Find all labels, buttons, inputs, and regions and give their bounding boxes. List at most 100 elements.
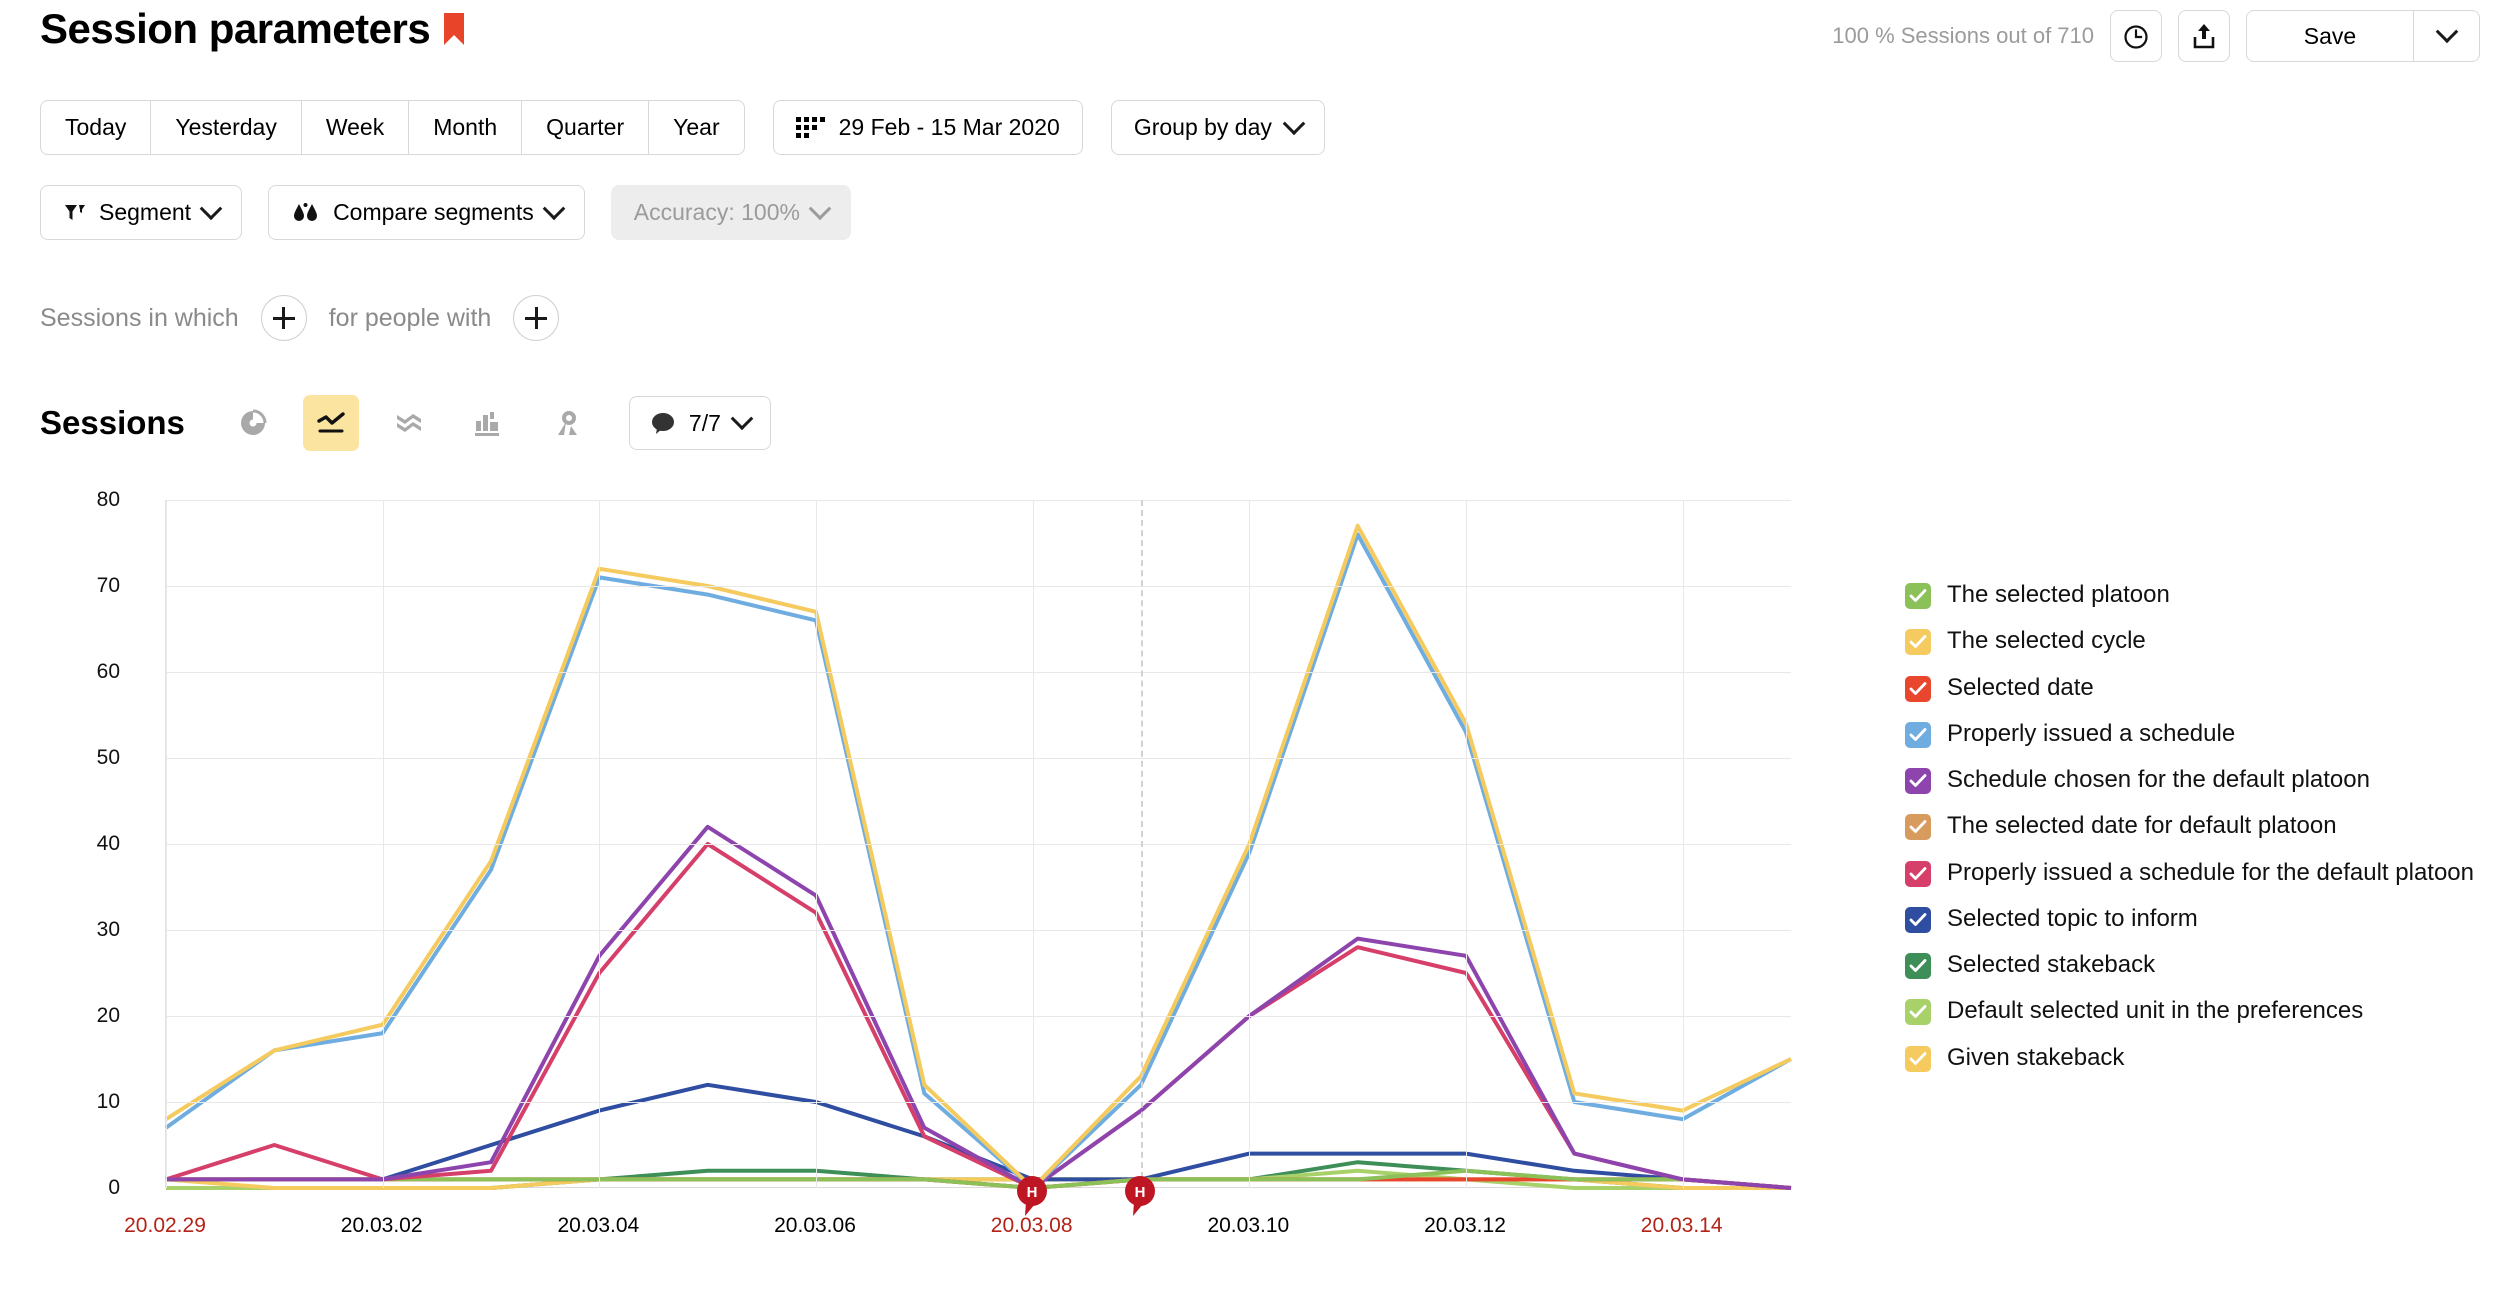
legend-item[interactable]: Schedule chosen for the default platoon bbox=[1905, 765, 2480, 795]
check-icon bbox=[1909, 774, 1927, 787]
accuracy-dropdown[interactable]: Accuracy: 100% bbox=[610, 185, 851, 240]
legend-item[interactable]: Selected topic to inform bbox=[1905, 904, 2480, 933]
period-week[interactable]: Week bbox=[300, 101, 408, 154]
grid-line bbox=[166, 500, 1791, 501]
date-range-value: 29 Feb - 15 Mar 2020 bbox=[838, 114, 1060, 140]
chevron-down-icon bbox=[2435, 20, 2458, 44]
compare-segments-dropdown[interactable]: Compare segments bbox=[268, 185, 585, 240]
legend-label: Selected date bbox=[1947, 673, 2094, 701]
check-icon bbox=[1909, 820, 1927, 834]
header-actions: 100 % Sessions out of 710 Save bbox=[1832, 10, 2480, 62]
pie-chart-icon bbox=[240, 409, 267, 435]
export-upload-icon bbox=[2193, 24, 2215, 49]
funnel-icon bbox=[65, 204, 85, 220]
line-chart-icon bbox=[317, 412, 345, 433]
annotations-dropdown[interactable]: 7/7 bbox=[628, 396, 771, 450]
map-pin-button[interactable] bbox=[537, 395, 593, 451]
bookmark-flag-icon[interactable] bbox=[444, 13, 465, 45]
period-quarter[interactable]: Quarter bbox=[521, 101, 648, 154]
legend-checkbox[interactable] bbox=[1905, 768, 1931, 795]
chevron-down-icon bbox=[808, 196, 832, 220]
svg-text:H: H bbox=[1026, 1184, 1037, 1201]
holiday-marker[interactable]: H bbox=[1015, 1176, 1049, 1218]
add-session-filter-button[interactable] bbox=[260, 295, 307, 341]
legend-label: The selected platoon bbox=[1947, 581, 2170, 608]
legend-checkbox[interactable] bbox=[1905, 629, 1931, 656]
map-pin-icon bbox=[557, 411, 577, 435]
legend-item[interactable]: Selected stakeback bbox=[1905, 950, 2480, 980]
legend-item[interactable]: Selected date bbox=[1905, 673, 2480, 702]
legend-checkbox[interactable] bbox=[1905, 814, 1931, 841]
save-dropdown-button[interactable] bbox=[2413, 11, 2479, 61]
legend-item[interactable]: Given stakeback bbox=[1905, 1043, 2480, 1072]
grid-line-vertical bbox=[382, 500, 384, 1188]
period-today[interactable]: Today bbox=[41, 101, 150, 154]
x-axis-tick-label: 20.02.29 bbox=[124, 1214, 206, 1237]
y-axis-tick-label: 50 bbox=[96, 746, 120, 769]
holiday-marker[interactable]: H bbox=[1123, 1176, 1157, 1218]
x-axis-tick-label: 20.03.10 bbox=[1207, 1214, 1290, 1237]
legend-checkbox[interactable] bbox=[1905, 906, 1931, 933]
export-icon-button[interactable] bbox=[2178, 10, 2230, 62]
legend-checkbox[interactable] bbox=[1905, 953, 1931, 980]
grid-line-vertical bbox=[1682, 500, 1684, 1188]
segment-dropdown[interactable]: Segment bbox=[40, 185, 243, 240]
svg-text:H: H bbox=[1135, 1184, 1146, 1201]
legend-item[interactable]: Properly issued a schedule for the defau… bbox=[1905, 858, 2480, 887]
bar-chart-button[interactable] bbox=[459, 395, 515, 451]
period-month[interactable]: Month bbox=[408, 101, 521, 154]
area-chart-button[interactable] bbox=[381, 395, 437, 451]
legend-label: Selected topic to inform bbox=[1947, 904, 2198, 932]
legend-item[interactable]: The selected cycle bbox=[1905, 626, 2480, 656]
grid-line-vertical bbox=[1249, 500, 1251, 1188]
chart-legend: The selected platoon The selected cycle Se… bbox=[1905, 580, 2480, 1089]
page-header: Session parameters bbox=[40, 5, 465, 52]
legend-checkbox[interactable] bbox=[1905, 675, 1931, 702]
clock-icon-button[interactable] bbox=[2110, 10, 2162, 62]
period-segmented-control: Today Yesterday Week Month Quarter Year bbox=[40, 100, 745, 155]
legend-checkbox[interactable] bbox=[1905, 999, 1931, 1026]
x-axis-tick-label: 20.03.12 bbox=[1424, 1214, 1506, 1237]
legend-checkbox[interactable] bbox=[1905, 860, 1931, 887]
page-title: Session parameters bbox=[40, 5, 431, 52]
period-year[interactable]: Year bbox=[648, 101, 743, 154]
pie-chart-button[interactable] bbox=[225, 395, 281, 451]
grid-line bbox=[166, 1102, 1791, 1103]
filter-builder: Sessions in which for people with bbox=[40, 295, 560, 341]
people-condition-label: for people with bbox=[328, 303, 492, 332]
legend-checkbox[interactable] bbox=[1905, 583, 1931, 609]
check-icon bbox=[1909, 1005, 1927, 1019]
legend-item[interactable]: The selected date for default platoon bbox=[1905, 811, 2480, 841]
grid-line-vertical bbox=[1466, 500, 1467, 1188]
legend-label: The selected date for default platoon bbox=[1947, 812, 2337, 840]
legend-checkbox[interactable] bbox=[1905, 1045, 1931, 1072]
sessions-summary: 100 % Sessions out of 710 bbox=[1832, 23, 2094, 48]
legend-item[interactable]: Properly issued a schedule bbox=[1905, 719, 2480, 748]
add-people-filter-button[interactable] bbox=[513, 295, 560, 341]
legend-label: Selected stakeback bbox=[1947, 951, 2156, 979]
legend-item[interactable]: Default selected unit in the preferences bbox=[1905, 996, 2480, 1026]
date-range-picker[interactable]: 29 Feb - 15 Mar 2020 bbox=[772, 100, 1083, 155]
x-axis-tick-label: 20.03.06 bbox=[774, 1214, 856, 1237]
compare-segments-label: Compare segments bbox=[333, 199, 534, 225]
plot-area bbox=[164, 500, 1792, 1190]
line-chart-button[interactable] bbox=[302, 395, 359, 451]
metric-title: Sessions bbox=[40, 404, 185, 441]
legend-label: Schedule chosen for the default platoon bbox=[1947, 766, 2370, 794]
group-by-dropdown[interactable]: Group by day bbox=[1110, 100, 1325, 155]
segment-label: Segment bbox=[99, 199, 192, 225]
x-axis-tick-label: 20.03.02 bbox=[340, 1214, 423, 1237]
legend-checkbox[interactable] bbox=[1905, 721, 1931, 748]
check-icon bbox=[1909, 681, 1927, 695]
y-axis-tick-label: 10 bbox=[96, 1090, 120, 1113]
calendar-grid-icon bbox=[795, 117, 825, 138]
legend-item[interactable]: The selected platoon bbox=[1905, 580, 2480, 609]
save-button[interactable]: Save bbox=[2247, 11, 2413, 61]
save-button-group: Save bbox=[2246, 10, 2480, 62]
grid-line bbox=[166, 1016, 1791, 1017]
y-axis-tick-label: 20 bbox=[96, 1004, 120, 1027]
period-yesterday[interactable]: Yesterday bbox=[150, 101, 300, 154]
y-axis-tick-label: 0 bbox=[108, 1176, 120, 1199]
y-axis-tick-label: 80 bbox=[96, 488, 120, 511]
speech-bubble-icon bbox=[651, 413, 674, 434]
